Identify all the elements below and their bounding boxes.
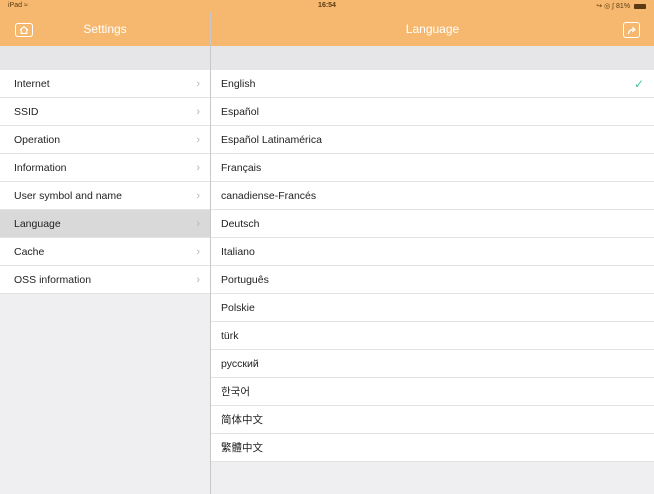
sidebar-item-label: Language bbox=[14, 218, 61, 230]
sidebar-item-information[interactable]: Information › bbox=[0, 154, 210, 182]
language-label: Français bbox=[221, 162, 262, 174]
sidebar-item-internet[interactable]: Internet › bbox=[0, 70, 210, 98]
language-item-espanol[interactable]: Español bbox=[211, 98, 654, 126]
language-item-espanol-latinamerica[interactable]: Español Latinamérica bbox=[211, 126, 654, 154]
language-item-polskie[interactable]: Polskie bbox=[211, 294, 654, 322]
chevron-right-icon: › bbox=[196, 106, 200, 118]
status-bar: iPad ≈ 16:54 ↪ ◎ ∫ 81% bbox=[0, 0, 654, 12]
language-label: 简体中文 bbox=[221, 414, 263, 426]
chevron-right-icon: › bbox=[196, 134, 200, 146]
language-item-italiano[interactable]: Italiano bbox=[211, 238, 654, 266]
chevron-right-icon: › bbox=[196, 78, 200, 90]
language-item-english[interactable]: English ✓ bbox=[211, 70, 654, 98]
sidebar-item-label: Internet bbox=[14, 78, 50, 90]
battery-percent: 81% bbox=[616, 3, 631, 10]
sidebar-item-oss-information[interactable]: OSS information › bbox=[0, 266, 210, 294]
settings-sidebar: Internet › SSID › Operation › Informatio… bbox=[0, 46, 210, 494]
sidebar-item-user-symbol[interactable]: User symbol and name › bbox=[0, 182, 210, 210]
language-nav-bar: Language bbox=[211, 12, 654, 46]
language-label: 繁體中文 bbox=[221, 442, 263, 454]
language-label: Português bbox=[221, 274, 269, 286]
language-item-simplified-chinese[interactable]: 简体中文 bbox=[211, 406, 654, 434]
language-item-korean[interactable]: 한국어 bbox=[211, 378, 654, 406]
sidebar-item-label: SSID bbox=[14, 106, 39, 118]
language-label: canadiense-Francés bbox=[221, 190, 317, 202]
sidebar-item-label: Information bbox=[14, 162, 67, 174]
chevron-right-icon: › bbox=[196, 246, 200, 258]
language-item-turk[interactable]: türk bbox=[211, 322, 654, 350]
language-panel: English ✓ Español Español Latinamérica F… bbox=[211, 46, 654, 494]
location-icon: ↪ bbox=[596, 3, 603, 10]
status-time: 16:54 bbox=[318, 2, 336, 9]
checkmark-icon: ✓ bbox=[633, 77, 644, 91]
sidebar-item-cache[interactable]: Cache › bbox=[0, 238, 210, 266]
sidebar-item-label: Cache bbox=[14, 246, 45, 258]
battery-icon bbox=[634, 3, 646, 9]
language-label: русский bbox=[221, 358, 259, 370]
language-title: Language bbox=[405, 22, 460, 36]
language-label: Español Latinamérica bbox=[221, 134, 322, 146]
share-button[interactable] bbox=[623, 22, 640, 38]
language-label: türk bbox=[221, 330, 239, 342]
settings-title: Settings bbox=[83, 22, 127, 36]
alarm-icon: ◎ bbox=[604, 3, 611, 10]
language-spacer bbox=[211, 46, 654, 70]
share-icon bbox=[627, 26, 636, 34]
sidebar-item-operation[interactable]: Operation › bbox=[0, 126, 210, 154]
language-label: 한국어 bbox=[221, 386, 250, 398]
chevron-right-icon: › bbox=[196, 218, 200, 230]
language-item-canadiense-frances[interactable]: canadiense-Francés bbox=[211, 182, 654, 210]
chevron-right-icon: › bbox=[196, 162, 200, 174]
header-bar: iPad ≈ 16:54 ↪ ◎ ∫ 81% Settings Language bbox=[0, 0, 654, 46]
language-label: Polskie bbox=[221, 302, 255, 314]
chevron-right-icon: › bbox=[196, 274, 200, 286]
language-label: English bbox=[221, 78, 256, 90]
language-item-francais[interactable]: Français bbox=[211, 154, 654, 182]
sidebar-item-label: OSS information bbox=[14, 274, 92, 286]
language-label: Deutsch bbox=[221, 218, 260, 230]
sidebar-item-language[interactable]: Language › bbox=[0, 210, 210, 238]
status-right: ↪ ◎ ∫ 81% bbox=[596, 2, 646, 10]
settings-menu: Internet › SSID › Operation › Informatio… bbox=[0, 70, 210, 294]
sidebar-item-label: User symbol and name bbox=[14, 190, 122, 202]
language-item-russian[interactable]: русский bbox=[211, 350, 654, 378]
bluetooth-icon: ∫ bbox=[612, 3, 615, 10]
language-item-deutsch[interactable]: Deutsch bbox=[211, 210, 654, 238]
language-item-traditional-chinese[interactable]: 繁體中文 bbox=[211, 434, 654, 462]
language-item-portugues[interactable]: Português bbox=[211, 266, 654, 294]
language-label: Italiano bbox=[221, 246, 255, 258]
language-label: Español bbox=[221, 106, 259, 118]
sidebar-spacer bbox=[0, 46, 210, 70]
chevron-right-icon: › bbox=[196, 190, 200, 202]
sidebar-item-ssid[interactable]: SSID › bbox=[0, 98, 210, 126]
language-list: English ✓ Español Español Latinamérica F… bbox=[211, 70, 654, 462]
settings-nav-bar: Settings bbox=[0, 12, 210, 46]
sidebar-item-label: Operation bbox=[14, 134, 61, 146]
